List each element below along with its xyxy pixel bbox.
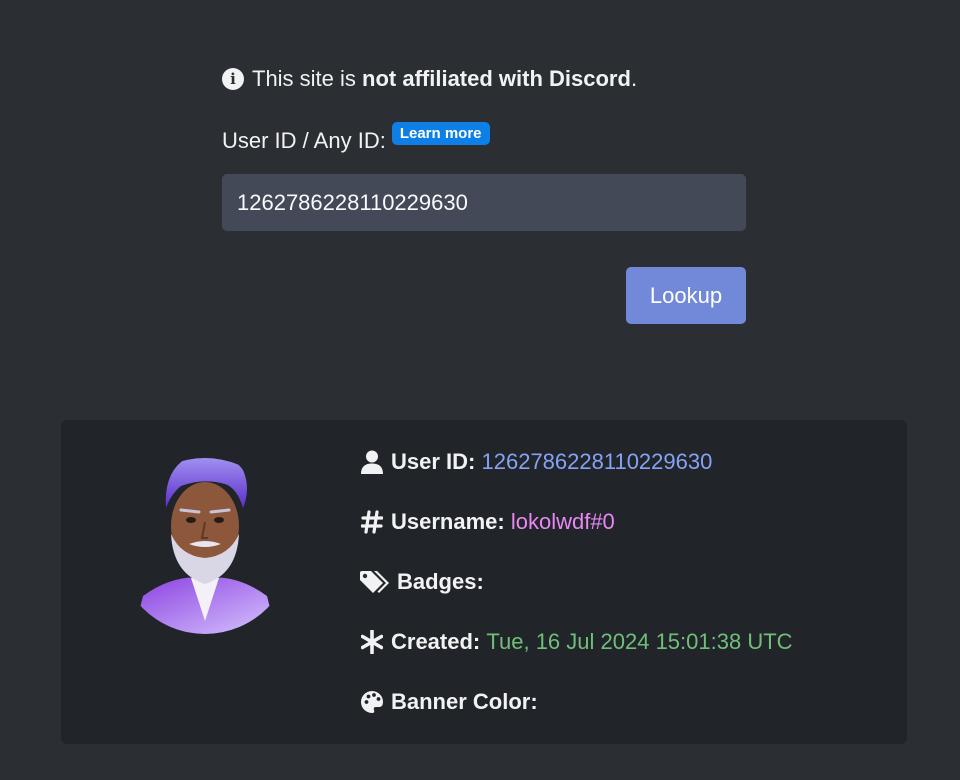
user-icon: [359, 449, 385, 475]
tags-icon: [359, 569, 391, 595]
palette-icon: [359, 689, 385, 715]
username-value: lokolwdf#0: [510, 509, 615, 534]
user-id-row: User ID: 1262786228110229630: [359, 448, 793, 476]
affiliation-notice: i This site is not affiliated with Disco…: [222, 66, 637, 92]
user-id-value: 1262786228110229630: [481, 449, 713, 474]
user-id-input[interactable]: [222, 174, 746, 231]
colon: :: [468, 449, 476, 474]
created-row: Created: Tue, 16 Jul 2024 15:01:38 UTC: [359, 628, 793, 656]
asterisk-icon: [359, 629, 385, 655]
created-value: Tue, 16 Jul 2024 15:01:38 UTC: [486, 629, 793, 654]
id-label-text: User ID / Any ID:: [222, 128, 386, 153]
banner-color-row: Banner Color:: [359, 688, 793, 716]
created-label: Created: [391, 629, 473, 654]
profile-card: User ID: 1262786228110229630 Username: l…: [61, 420, 907, 744]
id-field-label: User ID / Any ID: Learn more: [222, 122, 490, 154]
notice-text: This site is not affiliated with Discord…: [252, 66, 638, 91]
profile-fields: User ID: 1262786228110229630 Username: l…: [359, 448, 793, 748]
info-circle-icon: i: [222, 68, 244, 90]
user-id-label: User ID: [391, 449, 469, 474]
username-row: Username: lokolwdf#0: [359, 508, 793, 536]
badges-row: Badges:: [359, 568, 793, 596]
banner-color-label: Banner Color:: [391, 689, 538, 714]
learn-more-link[interactable]: Learn more: [391, 122, 490, 145]
username-label: Username: [391, 509, 498, 534]
user-avatar: [133, 458, 277, 634]
badges-label: Badges:: [397, 569, 484, 594]
hashtag-icon: [359, 509, 385, 535]
colon: :: [472, 629, 481, 654]
colon: :: [497, 509, 505, 534]
lookup-button[interactable]: Lookup: [626, 267, 746, 324]
